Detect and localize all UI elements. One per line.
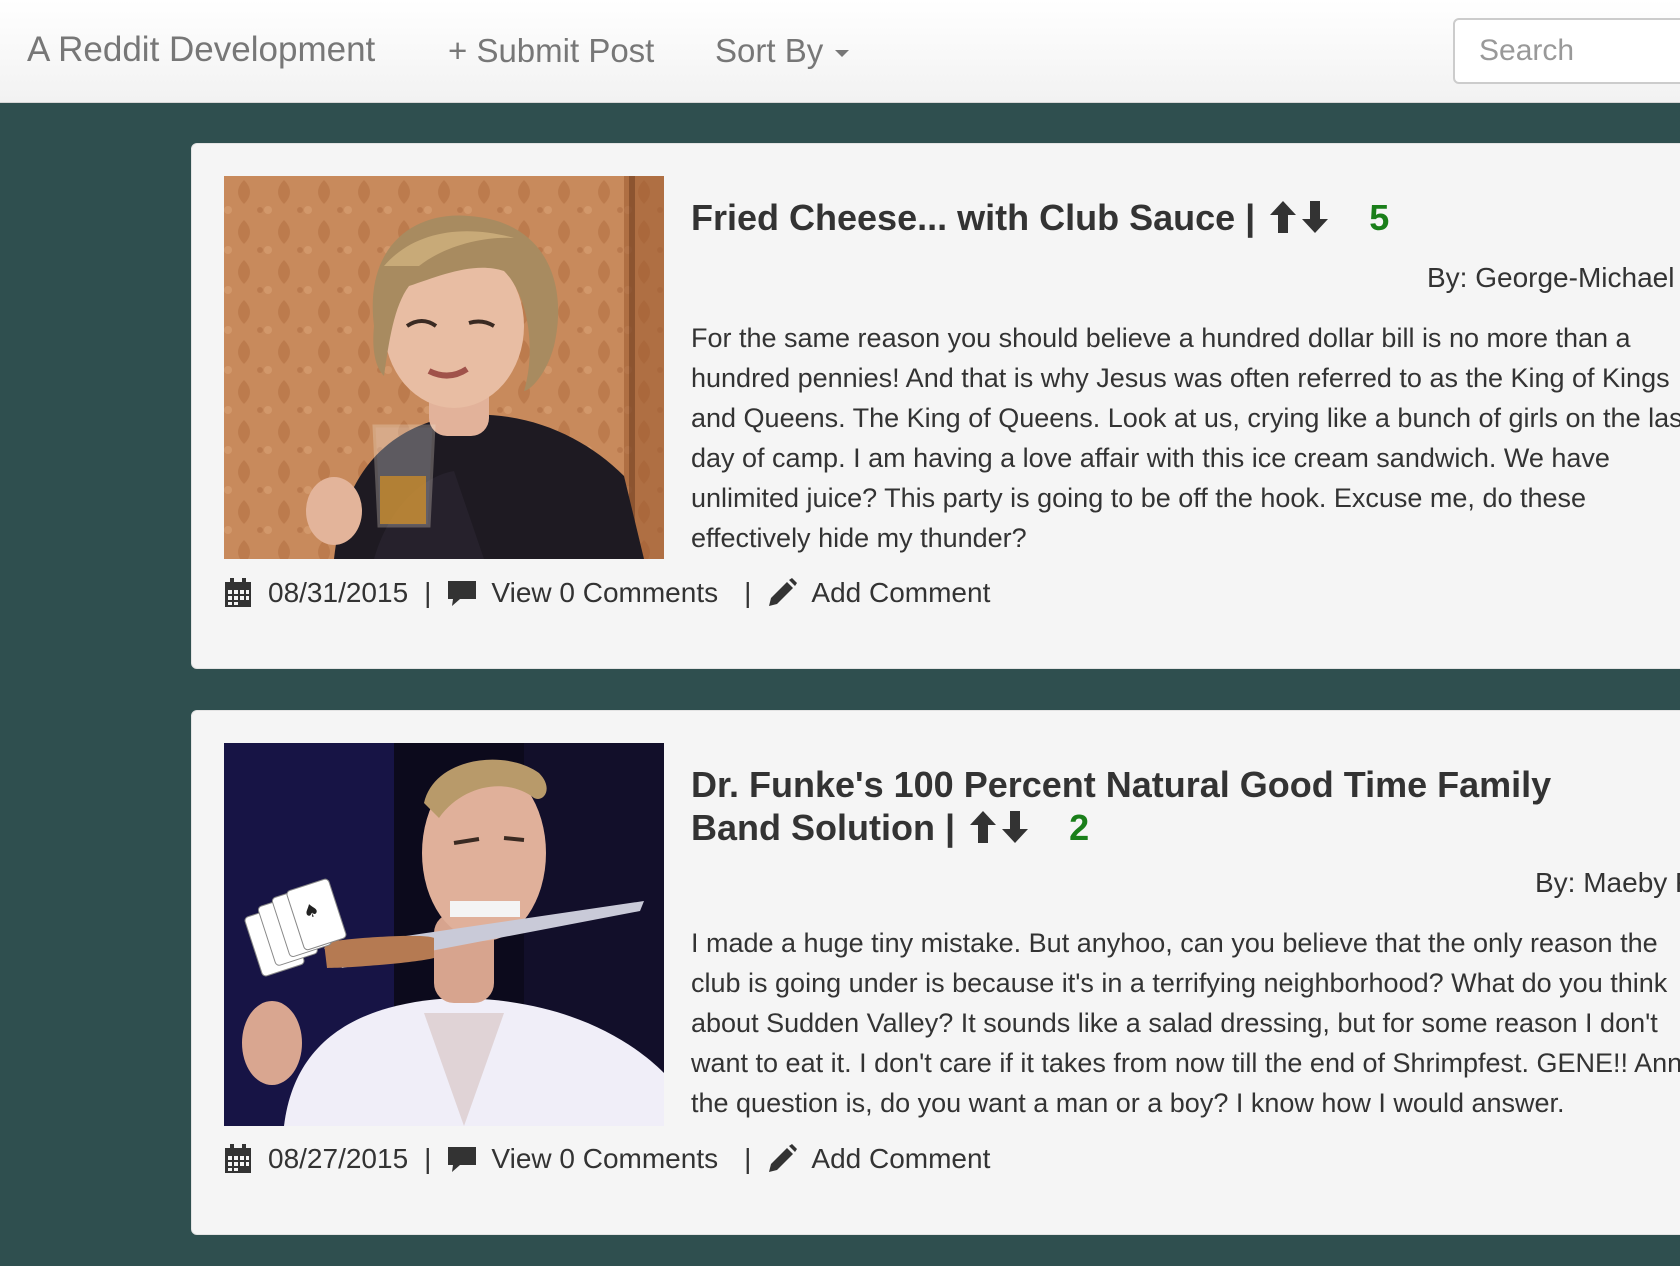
post-title: Dr. Funke's 100 Percent Natural Good Tim… (691, 763, 1651, 849)
sort-by-label: Sort By (715, 32, 824, 69)
arrow-down-icon[interactable] (1301, 200, 1329, 234)
post-image[interactable] (224, 176, 664, 559)
separator: | (744, 577, 752, 608)
comment-icon (448, 581, 477, 606)
post-title-text[interactable]: Dr. Funke's 100 Percent Natural Good Tim… (691, 764, 1551, 848)
post-card: ♠ Dr. Funke's 100 Percent Natural Good T… (191, 710, 1680, 1235)
calendar-icon (225, 578, 251, 607)
submit-post-link[interactable]: + Submit Post (448, 32, 654, 70)
post-date: 08/31/2015 (268, 577, 409, 608)
separator: | (424, 1143, 432, 1174)
add-comment-link[interactable]: Add Comment (811, 1143, 990, 1175)
post-title-text[interactable]: Fried Cheese... with Club Sauce | (691, 197, 1255, 238)
add-comment-link[interactable]: Add Comment (811, 577, 990, 609)
view-comments-link[interactable]: View 0 Comments (491, 1143, 718, 1175)
arrow-down-icon[interactable] (1001, 810, 1029, 844)
post-author: By: Maeby Funke (1535, 867, 1680, 898)
calendar-icon (225, 1144, 251, 1173)
pencil-icon (769, 1144, 798, 1172)
post-title: Fried Cheese... with Club Sauce | 5 (691, 196, 1680, 239)
score: 2 (1069, 807, 1090, 848)
post-footer: 08/27/2015 | View 0 Comments | Add Comme… (224, 1143, 990, 1175)
sort-by-dropdown[interactable]: Sort By (715, 32, 850, 70)
score: 5 (1369, 197, 1390, 238)
pencil-icon (769, 578, 798, 606)
separator: | (424, 577, 432, 608)
post-body: I made a huge tiny mistake. But anyhoo, … (691, 928, 1680, 1118)
post-card: Fried Cheese... with Club Sauce | 5 By: … (191, 143, 1680, 669)
top-navbar: A Reddit Development + Submit Post Sort … (0, 0, 1680, 103)
post-image[interactable]: ♠ (224, 743, 664, 1126)
brand-link[interactable]: A Reddit Development (27, 30, 375, 70)
post-date: 08/27/2015 (268, 1143, 409, 1174)
search-input[interactable] (1453, 18, 1680, 84)
caret-down-icon (835, 49, 850, 57)
post-body: For the same reason you should believe a… (691, 323, 1680, 553)
view-comments-link[interactable]: View 0 Comments (491, 577, 718, 609)
post-footer: 08/31/2015 | View 0 Comments | Add Comme… (224, 577, 990, 609)
comment-icon (448, 1147, 477, 1172)
post-author: By: George-Michael (1427, 262, 1675, 293)
arrow-up-icon[interactable] (969, 810, 997, 844)
arrow-up-icon[interactable] (1269, 200, 1297, 234)
separator: | (744, 1143, 752, 1174)
